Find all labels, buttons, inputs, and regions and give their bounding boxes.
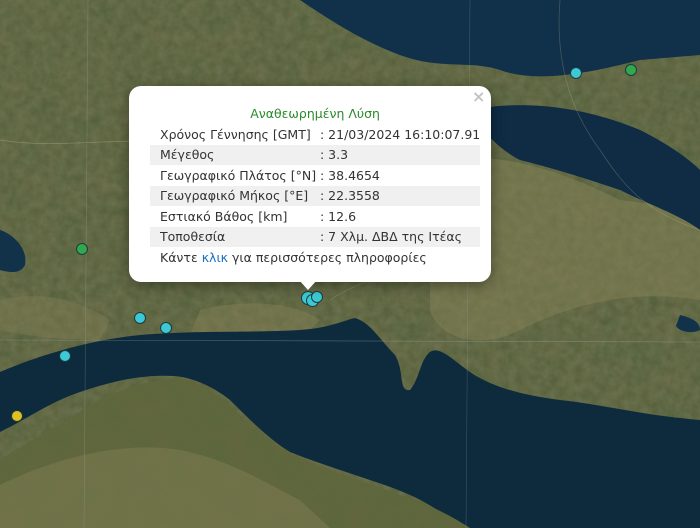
info-row: Χρόνος Γέννησης [GMT] : 21/03/2024 16:10… [150,124,480,145]
row-value: : 22.3558 [317,185,481,206]
earthquake-marker[interactable] [59,350,71,362]
row-label: Μέγεθος [150,144,317,165]
more-info-suffix: για περισσότερες πληροφορίες [228,250,427,265]
earthquake-marker[interactable] [625,64,637,76]
info-row: Γεωγραφικό Πλάτος [°N] : 38.4654 [150,165,480,186]
earthquake-marker[interactable] [134,312,146,324]
row-label: Γεωγραφικό Μήκος [°E] [150,185,317,206]
row-label: Γεωγραφικό Πλάτος [°N] [160,167,317,183]
info-row: Μέγεθος : 3.3 [150,144,481,165]
popup-title: Αναθεωρημένη Λύση [250,105,380,121]
earthquake-marker[interactable] [570,67,582,79]
row-value: : 38.4654 [320,167,380,183]
earthquake-marker[interactable] [11,410,23,422]
row-value: : 12.6 [320,208,357,224]
row-value: : 7 Χλμ. ΔΒΔ της Ιτέας [317,226,481,247]
row-value: : 21/03/2024 16:10:07.91 [320,126,481,142]
earthquake-marker[interactable] [311,291,323,303]
info-row: Γεωγραφικό Μήκος [°E] : 22.3558 [150,185,481,206]
earthquake-marker[interactable] [160,322,172,334]
row-label: Χρόνος Γέννησης [GMT] [160,126,311,142]
info-row: Εστιακό Βάθος [km] : 12.6 [150,206,480,227]
row-value: : 3.3 [317,144,481,165]
more-info-text: Κάντε κλικ για περισσότερες πληροφορίες [160,250,427,265]
earthquake-info-table: Αναθεωρημένη Λύση Χρόνος Γέννησης [GMT] … [150,102,481,247]
row-label: Τοποθεσία [150,226,317,247]
earthquake-marker[interactable] [76,243,88,255]
more-info-prefix: Κάντε [160,250,202,265]
earthquake-info-popup: × Αναθεωρημένη Λύση Χρόνος Γέννησης [GMT… [129,86,491,290]
info-row: Τοποθεσία : 7 Χλμ. ΔΒΔ της Ιτέας [150,226,481,247]
popup-tip [299,280,317,290]
row-label: Εστιακό Βάθος [km] [160,208,288,224]
more-info-link[interactable]: κλικ [202,250,228,265]
